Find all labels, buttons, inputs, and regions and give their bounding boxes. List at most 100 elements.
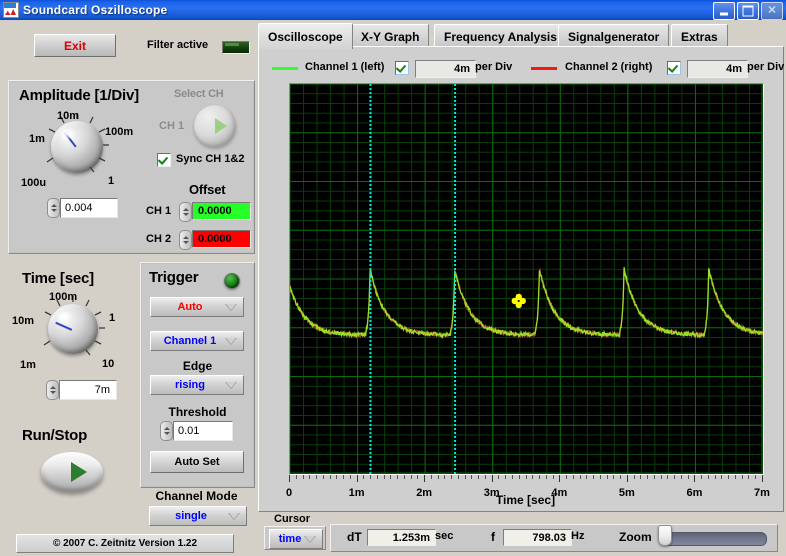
window-title: Soundcard Oszilloscope bbox=[23, 3, 167, 17]
close-button[interactable]: ✕ bbox=[761, 2, 783, 20]
x-axis-minor-tick bbox=[438, 475, 439, 479]
x-axis-minor-tick bbox=[296, 475, 297, 479]
x-axis-minor-tick bbox=[316, 475, 317, 479]
select-ch-label: Select CH bbox=[174, 88, 224, 100]
application-window: Soundcard Oszilloscope ✕ Exit Filter act… bbox=[0, 0, 786, 556]
channel1-per-div-input[interactable]: 4m bbox=[415, 60, 476, 78]
x-axis-minor-tick bbox=[701, 475, 702, 479]
zoom-label: Zoom bbox=[619, 530, 652, 544]
amplitude-spinner[interactable] bbox=[47, 198, 60, 218]
channel2-enable-checkbox[interactable] bbox=[667, 61, 681, 75]
offset-ch2-spinner[interactable] bbox=[179, 230, 192, 250]
sync-ch-checkbox[interactable] bbox=[157, 153, 171, 167]
cursor-panel: time bbox=[264, 526, 326, 550]
x-axis-minor-tick bbox=[647, 475, 648, 479]
channel2-per-div-input[interactable]: 4m bbox=[687, 60, 748, 78]
maximize-button[interactable] bbox=[737, 2, 759, 20]
trigger-led bbox=[224, 273, 240, 289]
channel1-per-div-label: per Div bbox=[475, 61, 512, 73]
time-panel: Time [sec] 10m 100m 1 1m 10 7m Run/Stop bbox=[8, 262, 136, 548]
zoom-slider-track[interactable] bbox=[661, 532, 767, 546]
channel-mode-value: single bbox=[175, 510, 207, 522]
channel2-legend-line bbox=[531, 67, 557, 70]
trigger-source-dropdown[interactable]: Channel 1 bbox=[150, 331, 244, 351]
x-axis-minor-tick bbox=[330, 475, 331, 479]
tab-oscilloscope[interactable]: Oscilloscope bbox=[258, 23, 353, 49]
amplitude-value-input[interactable]: 0.004 bbox=[60, 198, 118, 218]
trigger-title: Trigger bbox=[149, 269, 198, 286]
channel1-enable-checkbox[interactable] bbox=[395, 61, 409, 75]
dt-unit: sec bbox=[435, 530, 453, 542]
time-tick-100m: 100m bbox=[49, 291, 77, 303]
exit-button[interactable]: Exit bbox=[34, 34, 116, 57]
time-tick-1: 1 bbox=[109, 312, 115, 324]
select-ch-value: CH 1 bbox=[159, 120, 184, 132]
x-axis-minor-tick bbox=[654, 475, 655, 479]
offset-ch1-spinner[interactable] bbox=[179, 202, 192, 222]
x-axis-major-tick bbox=[289, 475, 290, 482]
cursor-mode-dropdown[interactable]: time bbox=[269, 529, 323, 549]
dt-label: dT bbox=[347, 530, 362, 544]
x-axis-minor-tick bbox=[634, 475, 635, 479]
channel1-legend-label: Channel 1 (left) bbox=[305, 61, 384, 73]
tab-extras[interactable]: Extras bbox=[671, 24, 728, 48]
trigger-edge-dropdown[interactable]: rising bbox=[150, 375, 244, 395]
x-axis-minor-tick bbox=[715, 475, 716, 479]
x-axis-minor-tick bbox=[343, 475, 344, 479]
offset-ch1-input[interactable]: 0.0000 bbox=[192, 202, 251, 220]
copyright-label: © 2007 C. Zeitnitz Version 1.22 bbox=[16, 534, 234, 553]
x-axis-minor-tick bbox=[377, 475, 378, 479]
auto-set-button[interactable]: Auto Set bbox=[150, 451, 244, 473]
x-axis-minor-tick bbox=[755, 475, 756, 479]
x-axis-minor-tick bbox=[417, 475, 418, 479]
x-axis-minor-tick bbox=[505, 475, 506, 479]
amplitude-tick-100u: 100u bbox=[21, 177, 46, 189]
trigger-mode-dropdown[interactable]: Auto bbox=[150, 297, 244, 317]
filter-active-indicator[interactable] bbox=[222, 41, 250, 54]
run-stop-button[interactable] bbox=[41, 452, 103, 492]
trigger-panel: Trigger Auto Channel 1 Edge rising Thres… bbox=[140, 262, 255, 488]
x-axis-minor-tick bbox=[397, 475, 398, 479]
amplitude-tick-1: 1 bbox=[108, 175, 114, 187]
threshold-input[interactable]: 0.01 bbox=[173, 421, 233, 441]
trigger-mode-value: Auto bbox=[177, 301, 202, 313]
minimize-button[interactable] bbox=[713, 2, 735, 20]
x-axis-minor-tick bbox=[390, 475, 391, 479]
time-value-input[interactable]: 7m bbox=[59, 380, 117, 400]
x-axis-minor-tick bbox=[640, 475, 641, 479]
chevron-down-icon bbox=[225, 304, 237, 311]
offset-ch1-label: CH 1 bbox=[146, 205, 171, 217]
x-axis-minor-tick bbox=[580, 475, 581, 479]
x-axis-minor-tick bbox=[742, 475, 743, 479]
select-ch-knob[interactable] bbox=[194, 105, 236, 147]
x-axis-minor-tick bbox=[735, 475, 736, 479]
zoom-slider-thumb[interactable] bbox=[658, 525, 672, 546]
x-axis-major-tick bbox=[762, 475, 763, 482]
channel1-legend-line bbox=[272, 67, 298, 70]
x-axis-minor-tick bbox=[546, 475, 547, 479]
time-tick-10m: 10m bbox=[12, 315, 34, 327]
x-axis-minor-tick bbox=[404, 475, 405, 479]
frequency-value: 798.03 bbox=[503, 529, 572, 546]
tab-xy-graph[interactable]: X-Y Graph bbox=[351, 24, 429, 48]
x-axis-minor-tick bbox=[688, 475, 689, 479]
x-axis-major-tick bbox=[424, 475, 425, 482]
oscilloscope-plot[interactable] bbox=[289, 83, 764, 475]
channel2-per-div-label: per Div bbox=[747, 61, 784, 73]
play-icon bbox=[71, 462, 87, 482]
tab-signalgenerator[interactable]: Signalgenerator bbox=[558, 24, 669, 48]
run-stop-label: Run/Stop bbox=[22, 427, 87, 444]
x-axis-minor-tick bbox=[553, 475, 554, 479]
x-axis-title: Time [sec] bbox=[289, 493, 762, 507]
time-tick-1m: 1m bbox=[20, 359, 36, 371]
select-ch-arrow-icon bbox=[215, 118, 227, 134]
x-axis-minor-tick bbox=[465, 475, 466, 479]
window-controls: ✕ bbox=[713, 2, 783, 20]
x-axis-minor-tick bbox=[498, 475, 499, 479]
threshold-spinner[interactable] bbox=[160, 421, 173, 441]
time-spinner[interactable] bbox=[46, 380, 59, 400]
channel-mode-dropdown[interactable]: single bbox=[149, 506, 247, 526]
x-axis-minor-tick bbox=[681, 475, 682, 479]
tab-frequency-analysis[interactable]: Frequency Analysis bbox=[434, 24, 567, 48]
offset-ch2-input[interactable]: 0.0000 bbox=[192, 230, 251, 248]
